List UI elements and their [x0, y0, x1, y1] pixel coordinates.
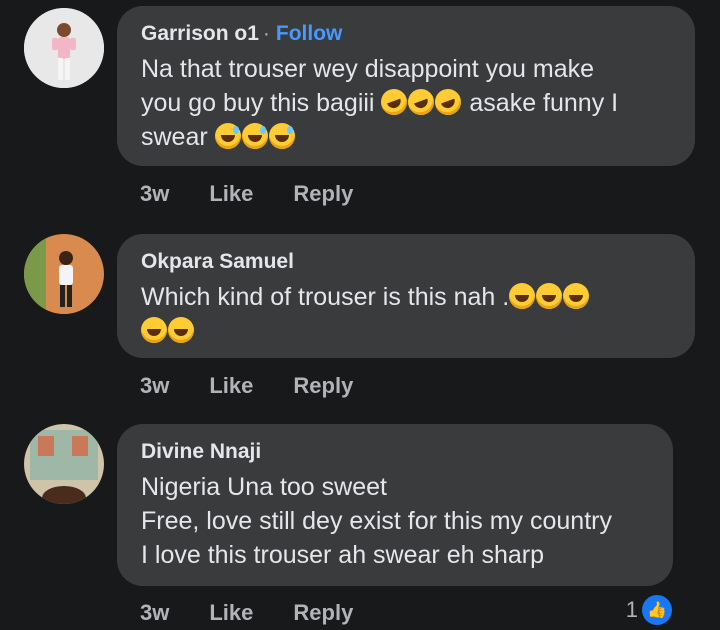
comment-text: Na that trouser wey disappoint you make …	[141, 52, 671, 154]
grinning-sweat-emoji-icon	[214, 123, 241, 149]
grinning-sweat-emoji-icon	[268, 123, 295, 149]
comment-time: 3w	[140, 373, 170, 398]
comment-line: Which kind of trouser is this nah .	[141, 283, 510, 311]
selfie-avatar-icon	[24, 424, 104, 504]
comment-line: Free, love still dey exist for this my c…	[141, 507, 612, 535]
comment-time: 3w	[140, 600, 170, 625]
avatar[interactable]	[24, 424, 104, 504]
avatar[interactable]	[24, 8, 104, 88]
like-button[interactable]: Like	[209, 373, 253, 399]
tears-of-joy-emoji-icon	[563, 283, 590, 309]
avatar[interactable]	[24, 234, 104, 314]
person-standing-avatar-icon	[24, 234, 104, 314]
tears-of-joy-emoji-icon	[141, 317, 167, 343]
reaction-count: 1	[625, 597, 638, 622]
reply-button[interactable]: Reply	[293, 373, 353, 399]
reply-button[interactable]: Reply	[293, 181, 353, 207]
comment-bubble: Divine Nnaji Nigeria Una too sweet Free,…	[117, 424, 673, 586]
reply-button[interactable]: Reply	[293, 600, 353, 626]
rolling-laughing-emoji-icon	[377, 85, 412, 119]
like-button[interactable]: Like	[209, 600, 253, 626]
comment-time: 3w	[140, 181, 170, 206]
tears-of-joy-emoji-icon	[168, 317, 194, 343]
comment-bubble: Garrison o1 · Follow Na that trouser wey d…	[117, 6, 695, 166]
comment-author[interactable]: Okpara Samuel	[141, 248, 671, 276]
person-standing-avatar-icon	[24, 8, 104, 88]
comment-actions: 3w Like Reply	[140, 373, 353, 399]
comment-line: Nigeria Una too sweet	[141, 473, 387, 501]
comment-line: you go buy this bagiii	[141, 89, 375, 117]
comment-author[interactable]: Divine Nnaji	[141, 438, 649, 466]
comment-bubble: Okpara Samuel Which kind of trouser is t…	[117, 234, 695, 358]
comment-line: Na that trouser wey disappoint you make	[141, 55, 595, 83]
comment-actions: 3w Like Reply	[140, 181, 353, 207]
grinning-sweat-emoji-icon	[241, 123, 268, 149]
rolling-laughing-emoji-icon	[431, 85, 466, 119]
thumbs-up-icon: 👍	[642, 595, 672, 625]
comment-line: I love this trouser ah swear eh sharp	[141, 541, 544, 569]
reaction-summary[interactable]: 1 👍	[626, 595, 672, 625]
tears-of-joy-emoji-icon	[536, 283, 563, 309]
comment-actions: 3w Like Reply	[140, 600, 353, 626]
rolling-laughing-emoji-icon	[404, 85, 439, 119]
comment-text: Nigeria Una too sweet Free, love still d…	[141, 470, 649, 572]
tears-of-joy-emoji-icon	[509, 283, 536, 309]
comment-text: Which kind of trouser is this nah .	[141, 280, 671, 348]
separator-dot: ·	[262, 22, 270, 45]
follow-button[interactable]: Follow	[276, 22, 343, 45]
comment-line: swear	[141, 123, 208, 151]
like-button[interactable]: Like	[209, 181, 253, 207]
comment-author[interactable]: Garrison o1	[141, 22, 259, 45]
comment-line: asake funny I	[469, 89, 619, 117]
